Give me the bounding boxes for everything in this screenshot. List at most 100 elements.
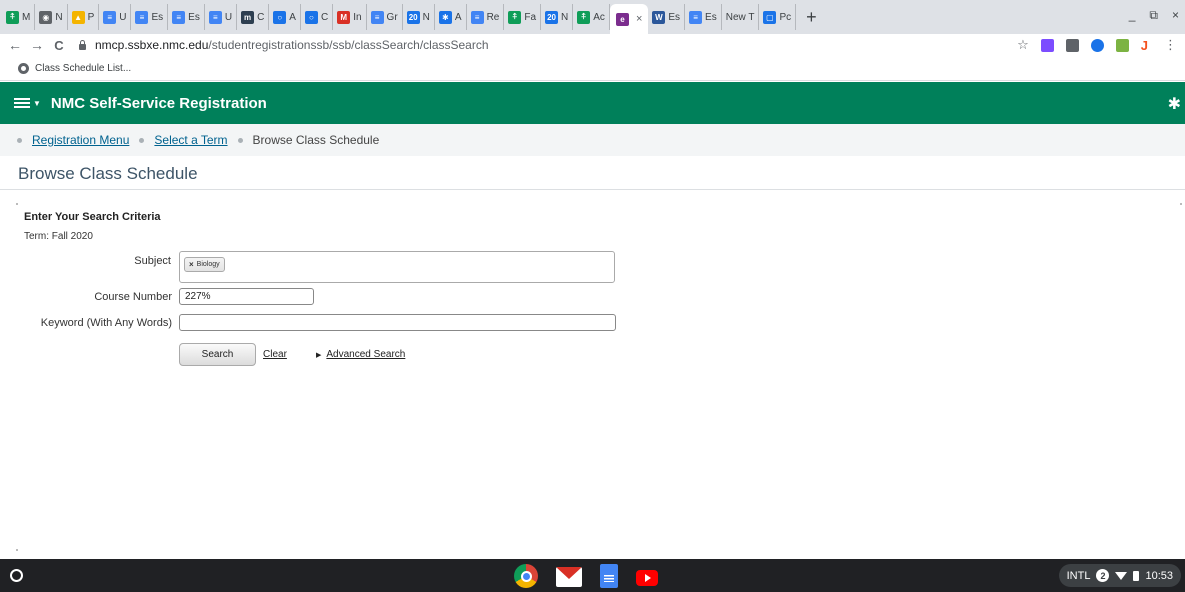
browser-tab[interactable]: ≡ Es (168, 4, 205, 30)
tab-title: U (119, 11, 127, 23)
advanced-search-link[interactable]: ▶ Advanced Search (316, 349, 405, 360)
breadcrumb-select-term[interactable]: Select a Term (154, 133, 227, 147)
os-shelf: INTL 2 10:53 (0, 559, 1185, 592)
reload-button[interactable]: C (48, 38, 70, 53)
launcher-icon[interactable] (10, 569, 23, 582)
battery-icon (1133, 570, 1140, 581)
browser-tab[interactable]: ✱ A (435, 4, 467, 30)
tab-close-icon[interactable]: × (636, 13, 642, 25)
extension-icon[interactable] (1090, 38, 1104, 52)
browser-tab[interactable]: ≡ U (99, 4, 132, 30)
tab-favicon-icon: e (615, 12, 629, 26)
browser-tab[interactable]: W Es (648, 4, 686, 30)
docs-icon[interactable] (600, 564, 618, 588)
clock: 10:53 (1145, 569, 1173, 582)
tab-title: C (257, 11, 265, 23)
extension-icon[interactable] (1065, 38, 1079, 52)
tab-favicon-icon: M (337, 10, 351, 24)
address-bar[interactable]: nmcp.ssbxe.nmc.edu/studentregistrationss… (78, 38, 489, 52)
browser-tab[interactable]: 20 N (541, 4, 574, 30)
gear-icon[interactable]: ✱ (1168, 94, 1181, 114)
tab-title: Es (188, 11, 200, 23)
subject-input[interactable]: × Biology (179, 251, 615, 283)
triangle-right-icon: ▶ (316, 352, 322, 359)
bookmark-label: Class Schedule List... (35, 62, 132, 74)
forward-button[interactable]: → (26, 37, 48, 53)
tab-title: Pc (779, 11, 792, 23)
browser-tab[interactable]: ⍏ Fa (504, 4, 542, 30)
remove-chip-icon[interactable]: × (189, 260, 194, 269)
chevron-down-icon: ▼ (33, 98, 41, 108)
browser-tab[interactable]: M In (333, 4, 367, 30)
tab-favicon-icon: ⍏ (508, 10, 522, 24)
keyword-input[interactable] (179, 314, 616, 331)
tab-favicon-icon: ≡ (135, 10, 149, 24)
bookmark-star-icon[interactable]: ☆ (1017, 37, 1029, 53)
lock-icon (78, 40, 87, 50)
extension-icon[interactable] (1115, 38, 1129, 52)
back-button[interactable]: ← (4, 37, 26, 53)
youtube-icon[interactable] (636, 570, 658, 586)
tab-title: M (22, 11, 31, 23)
globe-icon (18, 62, 29, 74)
notification-count: 2 (1096, 569, 1110, 582)
clear-link[interactable]: Clear (263, 349, 287, 360)
subject-label: Subject (134, 255, 171, 267)
browser-tab[interactable]: ▢ Pc (759, 4, 797, 30)
tab-favicon-icon: ≡ (208, 10, 222, 24)
gmail-icon[interactable] (556, 567, 582, 587)
tab-favicon-icon: 20 (545, 10, 559, 24)
browser-tab[interactable]: ≡ U (205, 4, 238, 30)
tab-title: Es (151, 11, 164, 23)
keyword-label: Keyword (With Any Words) (40, 317, 172, 329)
chrome-icon[interactable] (514, 564, 538, 588)
tab-title: Es (705, 11, 717, 23)
subject-chip-label: Biology (196, 261, 220, 268)
new-tab-button[interactable]: + (796, 7, 827, 28)
bookmark-item[interactable]: Class Schedule List... (18, 62, 132, 74)
menu-button[interactable]: ▼ (14, 97, 41, 109)
browser-tab[interactable]: New T (722, 4, 760, 30)
browser-tab[interactable]: mC (237, 4, 270, 30)
tab-favicon-icon: W (652, 10, 666, 24)
search-button[interactable]: Search (179, 343, 256, 366)
browser-tab[interactable]: ◉ N (35, 4, 68, 30)
browser-tab[interactable]: ⍏ Ac (573, 4, 610, 30)
course-number-input[interactable]: 227% (179, 288, 314, 305)
tab-favicon-icon: ≡ (689, 10, 703, 24)
corner-mark (16, 549, 18, 551)
status-tray[interactable]: INTL 2 10:53 (1058, 564, 1181, 587)
tab-favicon-icon: ▲ (71, 10, 85, 24)
browser-tab[interactable]: ≡ Re (467, 4, 505, 30)
close-button[interactable]: × (1172, 8, 1179, 23)
corner-mark (1180, 203, 1182, 205)
tab-title: N (561, 11, 569, 23)
subject-chip: × Biology (184, 257, 225, 272)
browser-tab[interactable]: ▲ P (68, 4, 100, 30)
browser-tab[interactable]: ≡ Gr (367, 4, 403, 30)
browser-tab[interactable]: ≡ Es (131, 4, 169, 30)
tab-title: U (224, 11, 233, 23)
browser-tab[interactable]: ⍏ M (2, 4, 36, 30)
minimize-button[interactable]: _ (1129, 8, 1136, 23)
breadcrumb-registration-menu[interactable]: Registration Menu (32, 133, 129, 147)
tab-favicon-icon: ⍏ (6, 10, 19, 24)
restore-button[interactable]: ⧉ (1149, 8, 1158, 23)
browser-tab[interactable]: ≡ Es (685, 4, 722, 30)
tab-favicon-icon: m (241, 10, 255, 24)
browser-tab[interactable]: ○ A (269, 4, 301, 30)
url-path: /studentregistrationssb/ssb/classSearch/… (208, 38, 489, 52)
tab-favicon-icon: ⍏ (577, 10, 591, 24)
tab-title: Fa (524, 11, 537, 23)
extension-icon[interactable] (1040, 38, 1054, 52)
window-controls: _ ⧉ × (1129, 8, 1179, 23)
shelf-apps (514, 564, 658, 588)
page-title: Browse Class Schedule (0, 158, 1185, 190)
browser-tab-active[interactable]: e × (609, 4, 649, 34)
extensions-area: ☆ J ⋮ (1017, 37, 1177, 53)
browser-tab[interactable]: ○ C (301, 4, 334, 30)
extension-icon[interactable]: J (1141, 38, 1148, 53)
browser-menu-icon[interactable]: ⋮ (1164, 37, 1177, 53)
url-host: nmcp.ssbxe.nmc.edu (95, 38, 209, 52)
browser-tab[interactable]: 20 N (403, 4, 435, 30)
